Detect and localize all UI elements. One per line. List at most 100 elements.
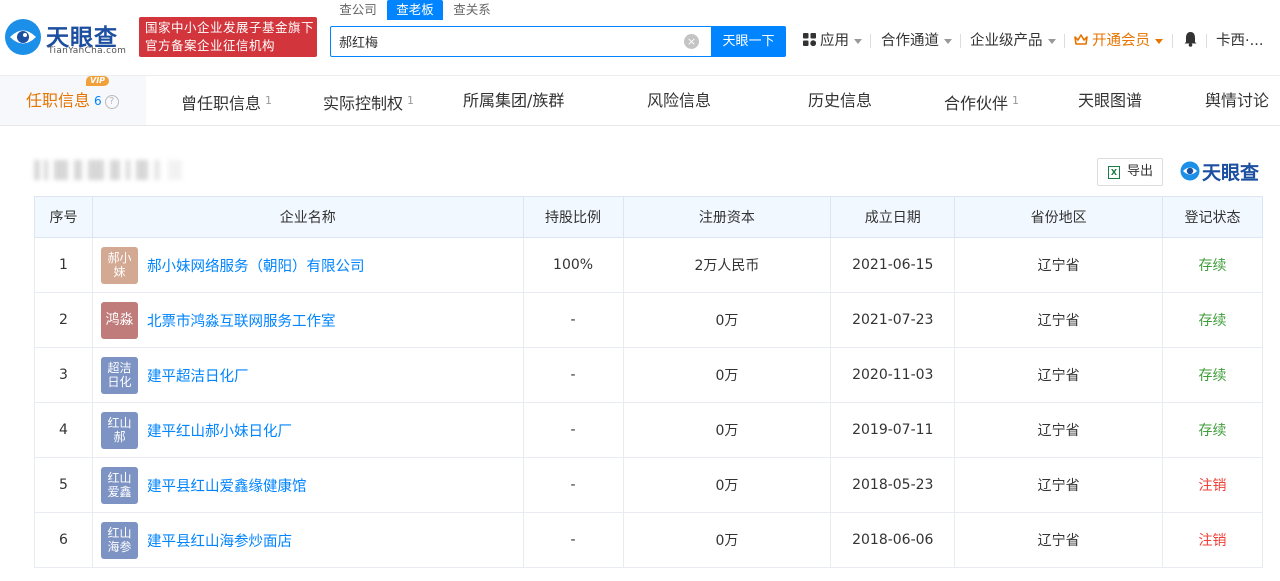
row-date: 2018-05-23 [830, 457, 956, 513]
search-tab-relation[interactable]: 查关系 [444, 0, 500, 20]
tab-label: 所属集团/族群 [463, 91, 565, 110]
user-menu[interactable]: 卡西·... [1216, 30, 1263, 52]
top-header: 天眼查 TianYanCha.com 国家中小企业发展子基金旗下 官方备案企业征… [0, 0, 1280, 76]
row-share: - [522, 457, 624, 513]
company-logo[interactable]: 鸿淼 [100, 301, 138, 339]
row-region: 辽宁省 [954, 512, 1164, 568]
nav-vip[interactable]: 开通会员 [1074, 30, 1163, 52]
vip-badge: VIP [86, 76, 110, 86]
company-link[interactable]: 建平超洁日化厂 [147, 369, 249, 385]
tab-count: 6 [94, 94, 102, 108]
search-input[interactable] [339, 27, 679, 56]
tab-former-positions[interactable]: 曾任职信息 1 [181, 76, 272, 125]
row-capital: 2万人民币 [622, 237, 832, 293]
tab-label: 历史信息 [808, 91, 873, 110]
nav-apps[interactable]: 应用 [803, 30, 862, 52]
tab-label: 舆情讨论 [1205, 91, 1270, 110]
excel-icon: X [1108, 166, 1120, 179]
nav-enterprise-label: 企业级产品 [970, 33, 1043, 49]
search-tab-company[interactable]: 查公司 [330, 0, 386, 20]
search-button[interactable]: 天眼一下 [711, 26, 786, 57]
gov-badge-line2: 官方备案企业征信机构 [145, 38, 276, 53]
row-share: 100% [522, 237, 624, 293]
table-row[interactable]: 5 红山 爱鑫 建平县红山爱鑫缘健康馆 -0万 2018-05-23 辽宁省 注销 [34, 457, 1263, 513]
logo[interactable]: 天眼查 TianYanCha.com [4, 14, 132, 60]
row-capital: 0万 [622, 457, 832, 513]
row-no: 5 [34, 457, 93, 513]
table-row[interactable]: 1 郝小妹郝小妹网络服务（朝阳）有限公司 100% 2万人民币 2021-06-15 辽宁… [34, 237, 1263, 293]
search-tab-boss[interactable]: 查老板 [387, 0, 443, 20]
divider [1064, 34, 1065, 48]
tab-label: 曾任职信息 [181, 94, 262, 113]
header-date[interactable]: 成立日期 [830, 196, 956, 238]
table-row[interactable]: 3 超洁 日化 建平超洁日化厂 -0万 2020-11-03 辽宁省 存续 [34, 347, 1263, 403]
tab-count: 1 [265, 94, 273, 107]
tab-graph[interactable]: 天眼图谱 [1078, 76, 1142, 125]
header-capital[interactable]: 注册资本 [622, 196, 832, 238]
company-link[interactable]: 建平县红山海参炒面店 [147, 534, 292, 550]
row-region: 辽宁省 [954, 237, 1164, 293]
row-share: - [522, 292, 624, 348]
export-button[interactable]: X 导出 [1097, 158, 1163, 186]
export-label: 导出 [1127, 164, 1154, 179]
company-link[interactable]: 北票市鸿淼互联网服务工作室 [147, 314, 336, 330]
search-box: × [330, 26, 711, 57]
watermark-logo: 天眼查 [1180, 158, 1270, 184]
company-logo[interactable]: 红山 爱鑫 [100, 466, 138, 504]
nav-channel[interactable]: 合作通道 [881, 30, 952, 52]
section-tabbar: 任职信息 6? VIP 曾任职信息 1 实际控制权 1 所属集团/族群 风险信息 历史… [0, 76, 1280, 126]
row-status: 存续 [1162, 402, 1263, 458]
tab-partners[interactable]: 合作伙伴 1 [944, 76, 1019, 125]
tab-actual-control[interactable]: 实际控制权 1 [323, 76, 414, 125]
logo-subtext: TianYanCha.com [48, 46, 127, 56]
chevron-down-icon [854, 38, 862, 44]
table-row[interactable]: 2 鸿淼 北票市鸿淼互联网服务工作室 -0万 2021-07-23 辽宁省 存续 [34, 292, 1263, 348]
row-company: 红山 爱鑫 建平县红山爱鑫缘健康馆 [91, 457, 524, 513]
company-logo[interactable]: 红山 海参 [100, 521, 138, 559]
watermark-text: 天眼查 [1202, 162, 1260, 184]
row-capital: 0万 [622, 292, 832, 348]
divider [870, 34, 871, 48]
tab-count: 1 [407, 94, 415, 107]
nav-enterprise[interactable]: 企业级产品 [970, 30, 1056, 52]
header-no: 序号 [34, 196, 93, 238]
bell-icon[interactable] [1183, 30, 1198, 52]
row-date: 2020-11-03 [830, 347, 956, 403]
company-link[interactable]: 建平红山郝小妹日化厂 [147, 424, 292, 440]
tab-label: 天眼图谱 [1078, 91, 1143, 110]
header-status: 登记状态 [1162, 196, 1263, 238]
row-status: 存续 [1162, 347, 1263, 403]
row-region: 辽宁省 [954, 347, 1164, 403]
divider [1206, 34, 1207, 48]
tab-risk[interactable]: 风险信息 [647, 76, 711, 125]
row-no: 1 [34, 237, 93, 293]
company-logo[interactable]: 红山郝 [100, 411, 138, 449]
tab-history[interactable]: 历史信息 [808, 76, 872, 125]
row-no: 6 [34, 512, 93, 568]
row-date: 2021-07-23 [830, 292, 956, 348]
table-row[interactable]: 4 红山郝建平红山郝小妹日化厂 -0万 2019-07-11 辽宁省 存续 [34, 402, 1263, 458]
row-company: 鸿淼 北票市鸿淼互联网服务工作室 [91, 292, 524, 348]
help-icon[interactable]: ? [104, 95, 119, 109]
table-row[interactable]: 6 红山 海参 建平县红山海参炒面店 -0万 2018-06-06 辽宁省 注销 [34, 512, 1263, 568]
tab-current-positions[interactable]: 任职信息 6? VIP [0, 76, 146, 125]
company-link[interactable]: 郝小妹网络服务（朝阳）有限公司 [147, 259, 365, 275]
row-status: 存续 [1162, 237, 1263, 293]
tab-discussion[interactable]: 舆情讨论 [1205, 76, 1269, 125]
header-share[interactable]: 持股比例 [522, 196, 624, 238]
gov-badge: 国家中小企业发展子基金旗下 官方备案企业征信机构 [139, 17, 317, 57]
chevron-down-icon [1155, 38, 1163, 44]
company-logo[interactable]: 超洁 日化 [100, 356, 138, 394]
company-link[interactable]: 建平县红山爱鑫缘健康馆 [147, 479, 307, 495]
divider [1172, 34, 1173, 48]
clear-icon[interactable]: × [684, 34, 699, 49]
company-logo[interactable]: 郝小妹 [100, 246, 138, 284]
nav-vip-label: 开通会员 [1092, 33, 1150, 49]
tab-group[interactable]: 所属集团/族群 [463, 76, 564, 125]
crown-icon [1074, 34, 1088, 45]
row-company: 红山郝建平红山郝小妹日化厂 [91, 402, 524, 458]
positions-table: 序号 企业名称 持股比例 注册资本 成立日期 省份地区 登记状态 1 郝小妹郝小妹… [34, 196, 1263, 568]
row-share: - [522, 402, 624, 458]
gov-badge-line1: 国家中小企业发展子基金旗下 [145, 20, 315, 35]
row-region: 辽宁省 [954, 402, 1164, 458]
